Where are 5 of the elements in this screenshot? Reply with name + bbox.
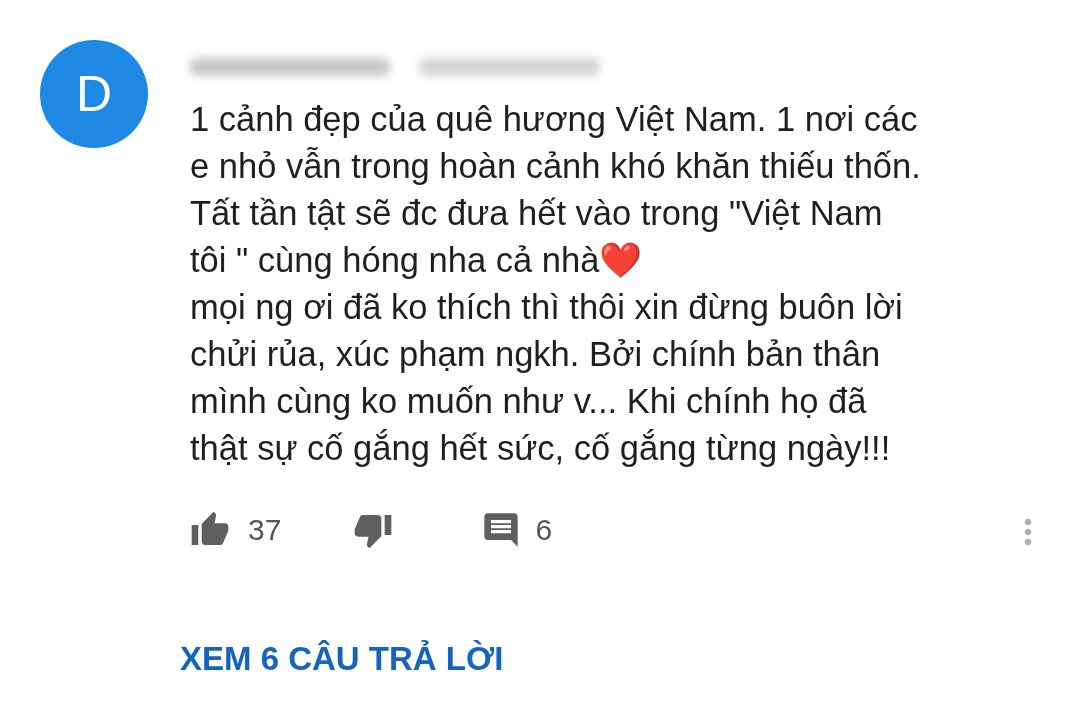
view-replies-link[interactable]: XEM 6 CÂU TRẢ LỜI [180,640,504,678]
reply-count: 6 [535,513,553,547]
comment-text: 1 cảnh đẹp của quê hương Việt Nam. 1 nơi các e nhỏ vẫn trong hoàn cảnh khó khăn thiếu thốn. Tất tần tật sẽ đc đưa hết vào trong "Việt Nam tôi " cùng hóng nha cả nhà❤ mọi ng ơi đã ko thích thì thôi xin đừng buôn lời chửi rủa, xúc phạm ngkh. Bởi chính bản thân mình cùng ko muốn như v... Khi chính họ đã thật sự cố gắng hết sức, cố gắng từng ngày!!! [190,99,922,469]
avatar[interactable]: D [40,40,148,148]
like-count: 37 [248,513,282,547]
